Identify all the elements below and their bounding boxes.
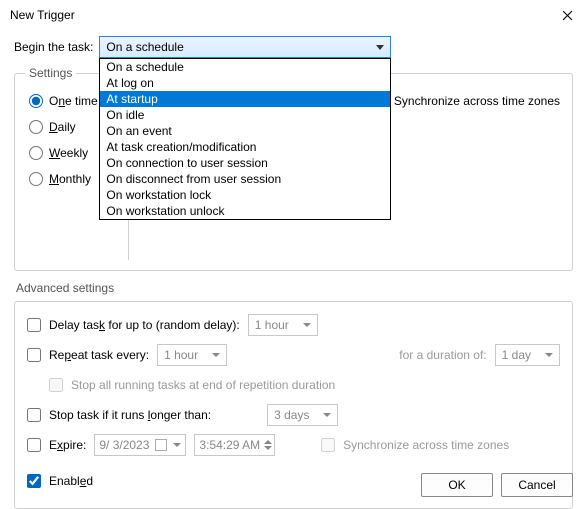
option-at-creation[interactable]: At task creation/modification [100,139,390,155]
radio-monthly[interactable]: Monthly [29,172,98,186]
option-on-connect[interactable]: On connection to user session [100,155,390,171]
repeat-label: Repeat task every: [49,348,149,362]
expire-date-picker[interactable]: 9/ 3/2023 [94,434,186,456]
begin-task-combo[interactable]: On a schedule On a schedule At log on At… [99,36,391,58]
cancel-button[interactable]: Cancel [501,473,573,497]
chevron-down-icon [323,413,331,417]
chevron-down-icon [212,353,220,357]
repeat-duration-label: for a duration of: [399,348,486,362]
expire-sync-label: Synchronize across time zones [343,438,509,452]
stop-end-label: Stop all running tasks at end of repetit… [71,378,335,392]
stop-end-checkbox [49,378,63,392]
enabled-checkbox[interactable] [27,474,41,488]
chevron-down-icon [303,323,311,327]
ok-button[interactable]: OK [421,473,493,497]
option-on-schedule[interactable]: On a schedule [100,59,390,75]
option-at-log-on[interactable]: At log on [100,75,390,91]
advanced-settings-label: Advanced settings [16,281,573,295]
option-on-unlock[interactable]: On workstation unlock [100,203,390,219]
expire-label: Expire: [49,438,86,452]
expire-sync-checkbox [321,438,335,452]
stop-longer-select[interactable]: 3 days [267,404,338,426]
delay-select[interactable]: 1 hour [248,314,318,336]
chevron-down-icon [545,353,553,357]
settings-legend: Settings [25,66,76,80]
spinner-down-icon [264,446,272,450]
repeat-duration-select[interactable]: 1 day [495,344,560,366]
radio-daily[interactable]: Daily [29,120,98,134]
stop-longer-checkbox[interactable] [27,408,41,422]
close-button[interactable] [547,0,587,30]
title-bar: New Trigger [0,0,587,30]
begin-task-dropdown[interactable]: On a schedule At log on At startup On id… [99,58,391,220]
delay-checkbox[interactable] [27,318,41,332]
option-at-startup[interactable]: At startup [100,91,390,107]
delay-label: Delay task for up to (random delay): [49,318,240,332]
option-on-lock[interactable]: On workstation lock [100,187,390,203]
begin-task-label: Begin the task: [14,40,93,54]
chevron-down-icon [376,45,384,50]
repeat-checkbox[interactable] [27,348,41,362]
spinner-up-icon [264,440,272,444]
expire-time-picker[interactable]: 3:54:29 AM [194,434,275,456]
option-on-idle[interactable]: On idle [100,107,390,123]
calendar-icon [155,439,167,451]
option-on-event[interactable]: On an event [100,123,390,139]
chevron-down-icon [173,443,181,447]
window-title: New Trigger [10,8,75,22]
close-icon [562,10,573,21]
sync-tz-label: Synchronize across time zones [394,94,560,108]
radio-weekly[interactable]: Weekly [29,146,98,160]
option-on-disconnect[interactable]: On disconnect from user session [100,171,390,187]
repeat-interval-select[interactable]: 1 hour [157,344,227,366]
enabled-label: Enabled [49,474,93,488]
begin-task-selected: On a schedule [106,40,183,54]
stop-longer-label: Stop task if it runs longer than: [49,408,211,422]
radio-one-time[interactable]: One time [29,94,98,108]
expire-checkbox[interactable] [27,438,41,452]
